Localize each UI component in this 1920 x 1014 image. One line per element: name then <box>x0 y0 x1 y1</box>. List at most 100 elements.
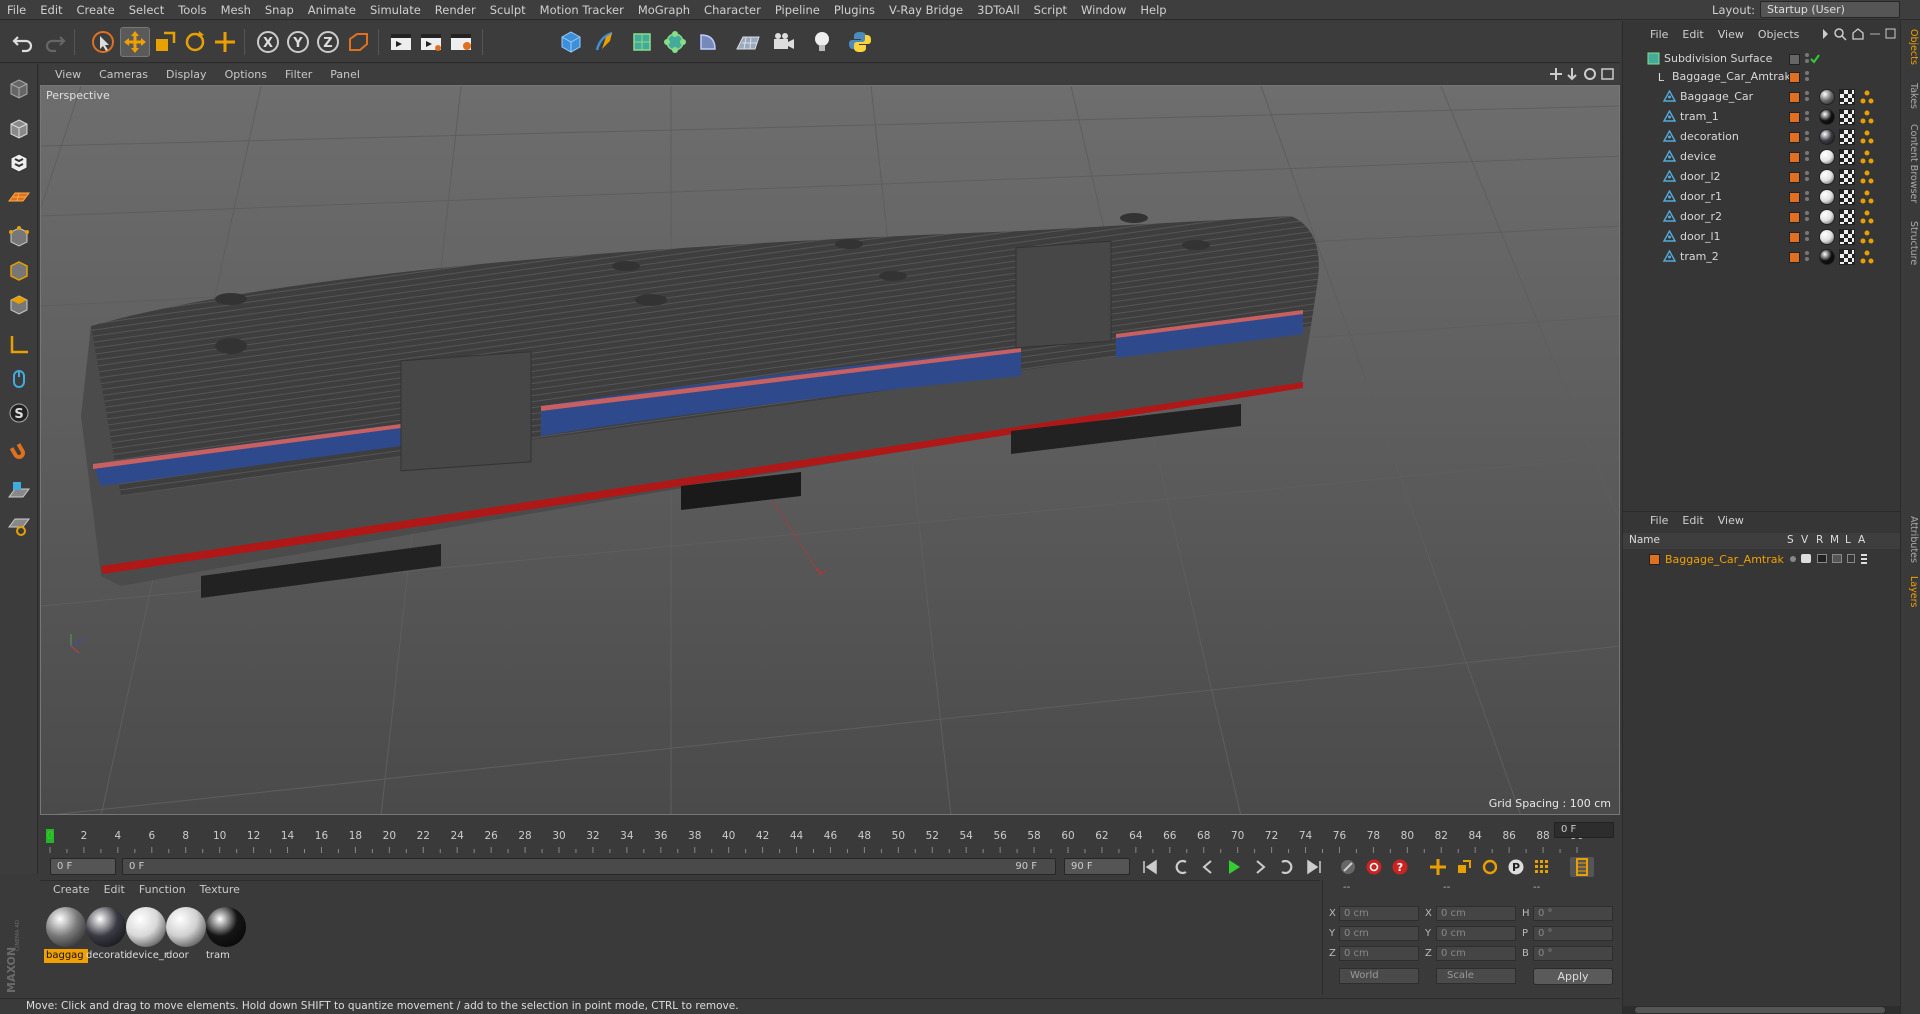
current-frame-field[interactable]: 0 F <box>50 858 116 875</box>
menu-script[interactable]: Script <box>1027 3 1074 17</box>
coord-mode-dropdown[interactable]: World <box>1339 968 1419 984</box>
menu-snap[interactable]: Snap <box>258 3 301 17</box>
uvw-tag-icon[interactable] <box>1839 189 1855 205</box>
material-swatch[interactable]: device_r <box>124 905 168 963</box>
object-row[interactable]: L Baggage_Car_Amtrak <box>1625 67 1899 87</box>
y-axis-lock-icon[interactable]: Y <box>283 27 313 57</box>
visibility-dots[interactable] <box>1805 170 1811 184</box>
object-menu-objects[interactable]: Objects <box>1751 28 1807 41</box>
material-menu-texture[interactable]: Texture <box>193 883 247 896</box>
menu-create[interactable]: Create <box>70 3 122 17</box>
phong-tag-icon[interactable] <box>1859 249 1875 265</box>
uvw-tag-icon[interactable] <box>1839 169 1855 185</box>
transform-icon[interactable] <box>210 27 240 57</box>
menu-render[interactable]: Render <box>428 3 483 17</box>
layer-color-swatch[interactable] <box>1789 112 1800 123</box>
layer-animation-icon[interactable] <box>1861 554 1867 564</box>
snap-icon[interactable] <box>4 438 34 468</box>
render-settings-icon[interactable] <box>446 27 476 57</box>
visibility-dots[interactable] <box>1805 110 1811 124</box>
key-position-icon[interactable] <box>1426 857 1450 877</box>
object-manager-search-icons[interactable] <box>1823 27 1899 41</box>
rot-h-field[interactable]: 0 ° <box>1533 906 1613 921</box>
layer-color-swatch[interactable] <box>1789 92 1800 103</box>
uvw-tag-icon[interactable] <box>1839 109 1855 125</box>
layer-visibility-icon[interactable] <box>1801 554 1811 563</box>
material-tag-icon[interactable] <box>1819 189 1835 205</box>
subdivision-surface-icon[interactable] <box>627 27 657 57</box>
material-tag-icon[interactable] <box>1819 149 1835 165</box>
tab-layers[interactable]: Layers <box>1903 576 1919 607</box>
menu-v-ray-bridge[interactable]: V-Ray Bridge <box>882 3 970 17</box>
planar-workplane-icon[interactable] <box>4 510 34 540</box>
x-axis-lock-icon[interactable]: X <box>253 27 283 57</box>
previous-key-icon[interactable] <box>1170 857 1194 877</box>
menu-mesh[interactable]: Mesh <box>214 3 258 17</box>
visibility-dots[interactable] <box>1805 230 1811 244</box>
viewport-menu-options[interactable]: Options <box>216 68 276 81</box>
object-row[interactable]: tram_2 <box>1625 247 1899 267</box>
undo-icon[interactable] <box>8 27 38 57</box>
object-row[interactable]: tram_1 <box>1625 107 1899 127</box>
layer-manager-icon[interactable] <box>1832 554 1842 563</box>
max-frame-field[interactable]: 90 F <box>1064 858 1130 875</box>
pos-x-field[interactable]: 0 cm <box>1339 906 1419 921</box>
pen-spline-icon[interactable] <box>590 27 620 57</box>
object-row[interactable]: device <box>1625 147 1899 167</box>
viewport-menu-view[interactable]: View <box>46 68 90 81</box>
previous-frame-icon[interactable] <box>1196 857 1220 877</box>
object-row[interactable]: door_r2 <box>1625 207 1899 227</box>
material-swatch[interactable]: door <box>164 905 208 963</box>
deformer-icon[interactable] <box>693 27 723 57</box>
key-rotation-icon[interactable] <box>1478 857 1502 877</box>
live-selection-icon[interactable] <box>88 27 118 57</box>
keyframe-selection-icon[interactable] <box>1336 857 1360 877</box>
material-swatch[interactable]: tram <box>204 905 248 963</box>
menu-3dtoall[interactable]: 3DToAll <box>970 3 1027 17</box>
object-row[interactable]: decoration <box>1625 127 1899 147</box>
visibility-dots[interactable] <box>1805 130 1811 144</box>
material-swatch[interactable]: baggag <box>44 905 88 963</box>
layer-scrollbar[interactable] <box>1623 1006 1901 1014</box>
key-scale-icon[interactable] <box>1452 857 1476 877</box>
visibility-dots[interactable] <box>1805 210 1811 224</box>
layer-color-swatch[interactable] <box>1789 232 1800 243</box>
viewport-menu-display[interactable]: Display <box>157 68 216 81</box>
material-tag-icon[interactable] <box>1819 109 1835 125</box>
rot-b-field[interactable]: 0 ° <box>1533 946 1613 961</box>
make-editable-icon[interactable] <box>4 74 34 104</box>
material-tag-icon[interactable] <box>1819 169 1835 185</box>
visibility-dots[interactable] <box>1805 250 1811 264</box>
key-pla-icon[interactable] <box>1530 857 1554 877</box>
material-tag-icon[interactable] <box>1819 249 1835 265</box>
layer-menu-edit[interactable]: Edit <box>1675 514 1710 527</box>
layer-color-swatch[interactable] <box>1789 252 1800 263</box>
phong-tag-icon[interactable] <box>1859 169 1875 185</box>
layer-color-swatch[interactable] <box>1789 54 1800 65</box>
workplane-icon[interactable] <box>4 182 34 212</box>
menu-select[interactable]: Select <box>122 3 171 17</box>
menu-simulate[interactable]: Simulate <box>363 3 428 17</box>
cloner-icon[interactable] <box>660 27 690 57</box>
object-row[interactable]: door_l1 <box>1625 227 1899 247</box>
points-mode-icon[interactable] <box>4 222 34 252</box>
uvw-tag-icon[interactable] <box>1839 229 1855 245</box>
layer-color-swatch[interactable] <box>1789 132 1800 143</box>
python-icon[interactable] <box>845 27 875 57</box>
phong-tag-icon[interactable] <box>1859 89 1875 105</box>
apply-button[interactable]: Apply <box>1533 968 1613 985</box>
visibility-dots[interactable] <box>1805 70 1811 84</box>
object-menu-edit[interactable]: Edit <box>1675 28 1710 41</box>
play-icon[interactable] <box>1222 857 1246 877</box>
size-z-field[interactable]: 0 cm <box>1436 946 1516 961</box>
menu-motion-tracker[interactable]: Motion Tracker <box>533 3 631 17</box>
object-row[interactable]: door_l2 <box>1625 167 1899 187</box>
layer-row[interactable]: Baggage_Car_Amtrak <box>1625 550 1899 570</box>
phong-tag-icon[interactable] <box>1859 149 1875 165</box>
uvw-tag-icon[interactable] <box>1839 129 1855 145</box>
layer-menu-file[interactable]: File <box>1643 514 1675 527</box>
phong-tag-icon[interactable] <box>1859 209 1875 225</box>
uvw-tag-icon[interactable] <box>1839 209 1855 225</box>
lock-workplane-icon[interactable] <box>4 476 34 506</box>
material-menu-function[interactable]: Function <box>132 883 193 896</box>
